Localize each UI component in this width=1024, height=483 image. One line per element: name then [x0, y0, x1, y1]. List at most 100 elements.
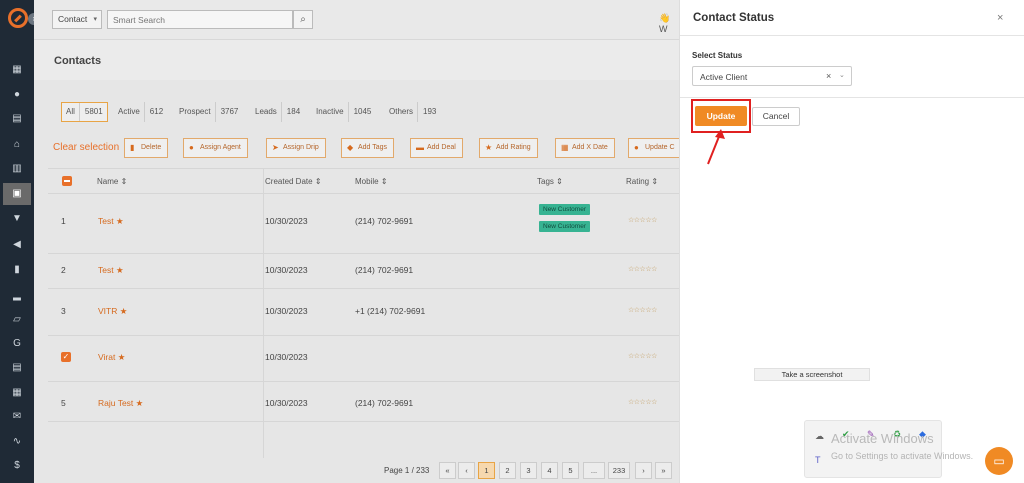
column-created-date[interactable]: Created Date ⇕ — [265, 177, 322, 186]
page-button[interactable]: 2 — [499, 462, 516, 479]
table-row[interactable]: 3 VITR ★ 10/30/2023 +1 (214) 702-9691 ☆☆… — [48, 289, 679, 336]
clear-icon[interactable]: × — [826, 71, 831, 81]
page-button[interactable]: 3 — [520, 462, 537, 479]
folder-icon[interactable]: ▱ — [11, 314, 23, 325]
contacts-icon[interactable]: ▣ — [3, 183, 31, 205]
star-icon: ★ — [117, 352, 126, 362]
teams-icon[interactable]: T — [815, 455, 821, 465]
calendar-icon[interactable]: ▦ — [11, 387, 23, 398]
funnel-icon[interactable]: ▼ — [11, 213, 23, 224]
search-icon[interactable]: ⌕ — [293, 10, 313, 29]
created-date: 10/30/2023 — [265, 306, 308, 316]
rating-stars[interactable]: ☆☆☆☆☆ — [628, 216, 657, 224]
contact-name: Raju Test — [98, 398, 134, 408]
mobile-number: (214) 702-9691 — [355, 398, 414, 408]
filter-inactive[interactable]: Inactive 1045 — [316, 102, 371, 122]
page-button[interactable]: 233 — [608, 462, 630, 479]
filter-label: Inactive — [316, 107, 344, 116]
contact-name-link[interactable]: Raju Test ★ — [98, 398, 143, 409]
add-rating-button[interactable]: ★ Add Rating — [479, 138, 538, 158]
logo-icon[interactable] — [8, 8, 28, 28]
column-tags[interactable]: Tags ⇕ — [537, 177, 563, 186]
prev-page-button[interactable]: ‹ — [458, 462, 475, 479]
contact-name: Virat — [98, 352, 116, 362]
chat-icon[interactable]: ▭ — [985, 447, 1013, 475]
rating-stars[interactable]: ☆☆☆☆☆ — [628, 398, 657, 406]
add-x-date-button[interactable]: ▦ Add X Date — [555, 138, 615, 158]
select-all-checkbox[interactable] — [62, 176, 72, 186]
rating-stars[interactable]: ☆☆☆☆☆ — [628, 265, 657, 273]
contact-name-link[interactable]: Test ★ — [98, 265, 124, 276]
mail-icon[interactable]: ✉ — [11, 411, 23, 422]
last-page-button[interactable]: » — [655, 462, 672, 479]
annotation-arrow-icon — [707, 129, 725, 165]
documents-icon[interactable]: ▤ — [11, 113, 23, 124]
add-deal-label: Add Deal — [427, 144, 456, 151]
created-date: 10/30/2023 — [265, 265, 308, 275]
notes-icon[interactable]: ▮ — [11, 264, 23, 275]
chevron-down-icon[interactable]: ⌄ — [839, 71, 845, 79]
reports-icon[interactable]: ▥ — [11, 163, 23, 174]
assign-drip-button[interactable]: ➤ Assign Drip — [266, 138, 326, 158]
megaphone-icon[interactable]: ◀ — [11, 239, 23, 250]
contact-name-link[interactable]: Test ★ — [98, 216, 124, 227]
page-button[interactable]: 4 — [541, 462, 558, 479]
filter-count: 184 — [280, 102, 300, 122]
table-row[interactable]: 1 Test ★ 10/30/2023 (214) 702-9691 New C… — [48, 194, 679, 254]
smart-search-input[interactable] — [107, 10, 293, 29]
agent-icon: ● — [189, 143, 194, 152]
sort-icon: ⇕ — [556, 177, 563, 186]
update-contact-button[interactable]: ● Update C — [628, 138, 682, 158]
sort-icon: ⇕ — [651, 177, 659, 186]
assign-drip-label: Assign Drip — [283, 144, 319, 151]
cloud-icon[interactable]: ☁ — [815, 431, 824, 442]
filter-others[interactable]: Others 193 — [389, 102, 436, 122]
users-icon[interactable]: ● — [11, 89, 23, 100]
contact-name-link[interactable]: VITR ★ — [98, 306, 127, 317]
column-created-date-label: Created Date — [265, 177, 313, 186]
star-icon: ★ — [115, 216, 124, 226]
page-button[interactable]: 5 — [562, 462, 579, 479]
filter-label: Leads — [255, 107, 277, 116]
bank-icon[interactable]: ⌂ — [11, 139, 23, 150]
add-deal-button[interactable]: ▬ Add Deal — [410, 138, 463, 158]
column-name[interactable]: Name ⇕ — [97, 177, 127, 186]
page-button[interactable]: 1 — [478, 462, 495, 479]
filter-count: 5801 — [78, 103, 103, 121]
next-page-button[interactable]: › — [635, 462, 652, 479]
close-icon[interactable]: × — [997, 12, 1003, 24]
cancel-button[interactable]: Cancel — [752, 107, 800, 126]
filter-all[interactable]: All 5801 — [61, 102, 108, 122]
star-icon: ★ — [135, 398, 144, 408]
filter-leads[interactable]: Leads 184 — [255, 102, 300, 122]
calculator-icon[interactable]: ▤ — [11, 362, 23, 373]
first-page-button[interactable]: « — [439, 462, 456, 479]
table-row[interactable]: 2 Test ★ 10/30/2023 (214) 702-9691 ☆☆☆☆☆ — [48, 254, 679, 289]
signature-icon[interactable]: ∿ — [11, 436, 23, 447]
dashboard-icon[interactable]: ▦ — [11, 64, 23, 75]
filter-prospect[interactable]: Prospect 3767 — [179, 102, 238, 122]
add-tags-button[interactable]: ◆ Add Tags — [341, 138, 395, 158]
sort-icon: ⇕ — [314, 177, 322, 186]
contact-name-link[interactable]: Virat ★ — [98, 352, 125, 363]
google-icon[interactable]: G — [11, 338, 23, 349]
page-indicator: Page 1 / 233 — [384, 466, 430, 475]
dollar-icon[interactable]: $ — [11, 460, 23, 471]
table-row[interactable]: 5 Raju Test ★ 10/30/2023 (214) 702-9691 … — [48, 382, 679, 422]
chart-icon[interactable]: ▂ — [11, 290, 23, 301]
table-row[interactable]: ✓ Virat ★ 10/30/2023 ☆☆☆☆☆ — [48, 336, 679, 382]
update-button[interactable]: Update — [695, 106, 747, 126]
clear-selection-link[interactable]: Clear selection — [53, 142, 119, 153]
panel-title: Contact Status — [693, 12, 775, 24]
column-mobile[interactable]: Mobile ⇕ — [355, 177, 388, 186]
search-type-select[interactable]: Contact ▾ — [52, 10, 102, 29]
created-date: 10/30/2023 — [265, 398, 308, 408]
rating-stars[interactable]: ☆☆☆☆☆ — [628, 352, 657, 360]
filter-active[interactable]: Active 612 — [118, 102, 163, 122]
rating-stars[interactable]: ☆☆☆☆☆ — [628, 306, 657, 314]
column-rating[interactable]: Rating ⇕ — [626, 177, 658, 186]
assign-agent-button[interactable]: ● Assign Agent — [183, 138, 248, 158]
status-select[interactable]: Active Client × ⌄ — [692, 66, 852, 86]
row-checkbox[interactable]: ✓ — [61, 352, 71, 362]
delete-button[interactable]: ▮ Delete — [124, 138, 169, 158]
